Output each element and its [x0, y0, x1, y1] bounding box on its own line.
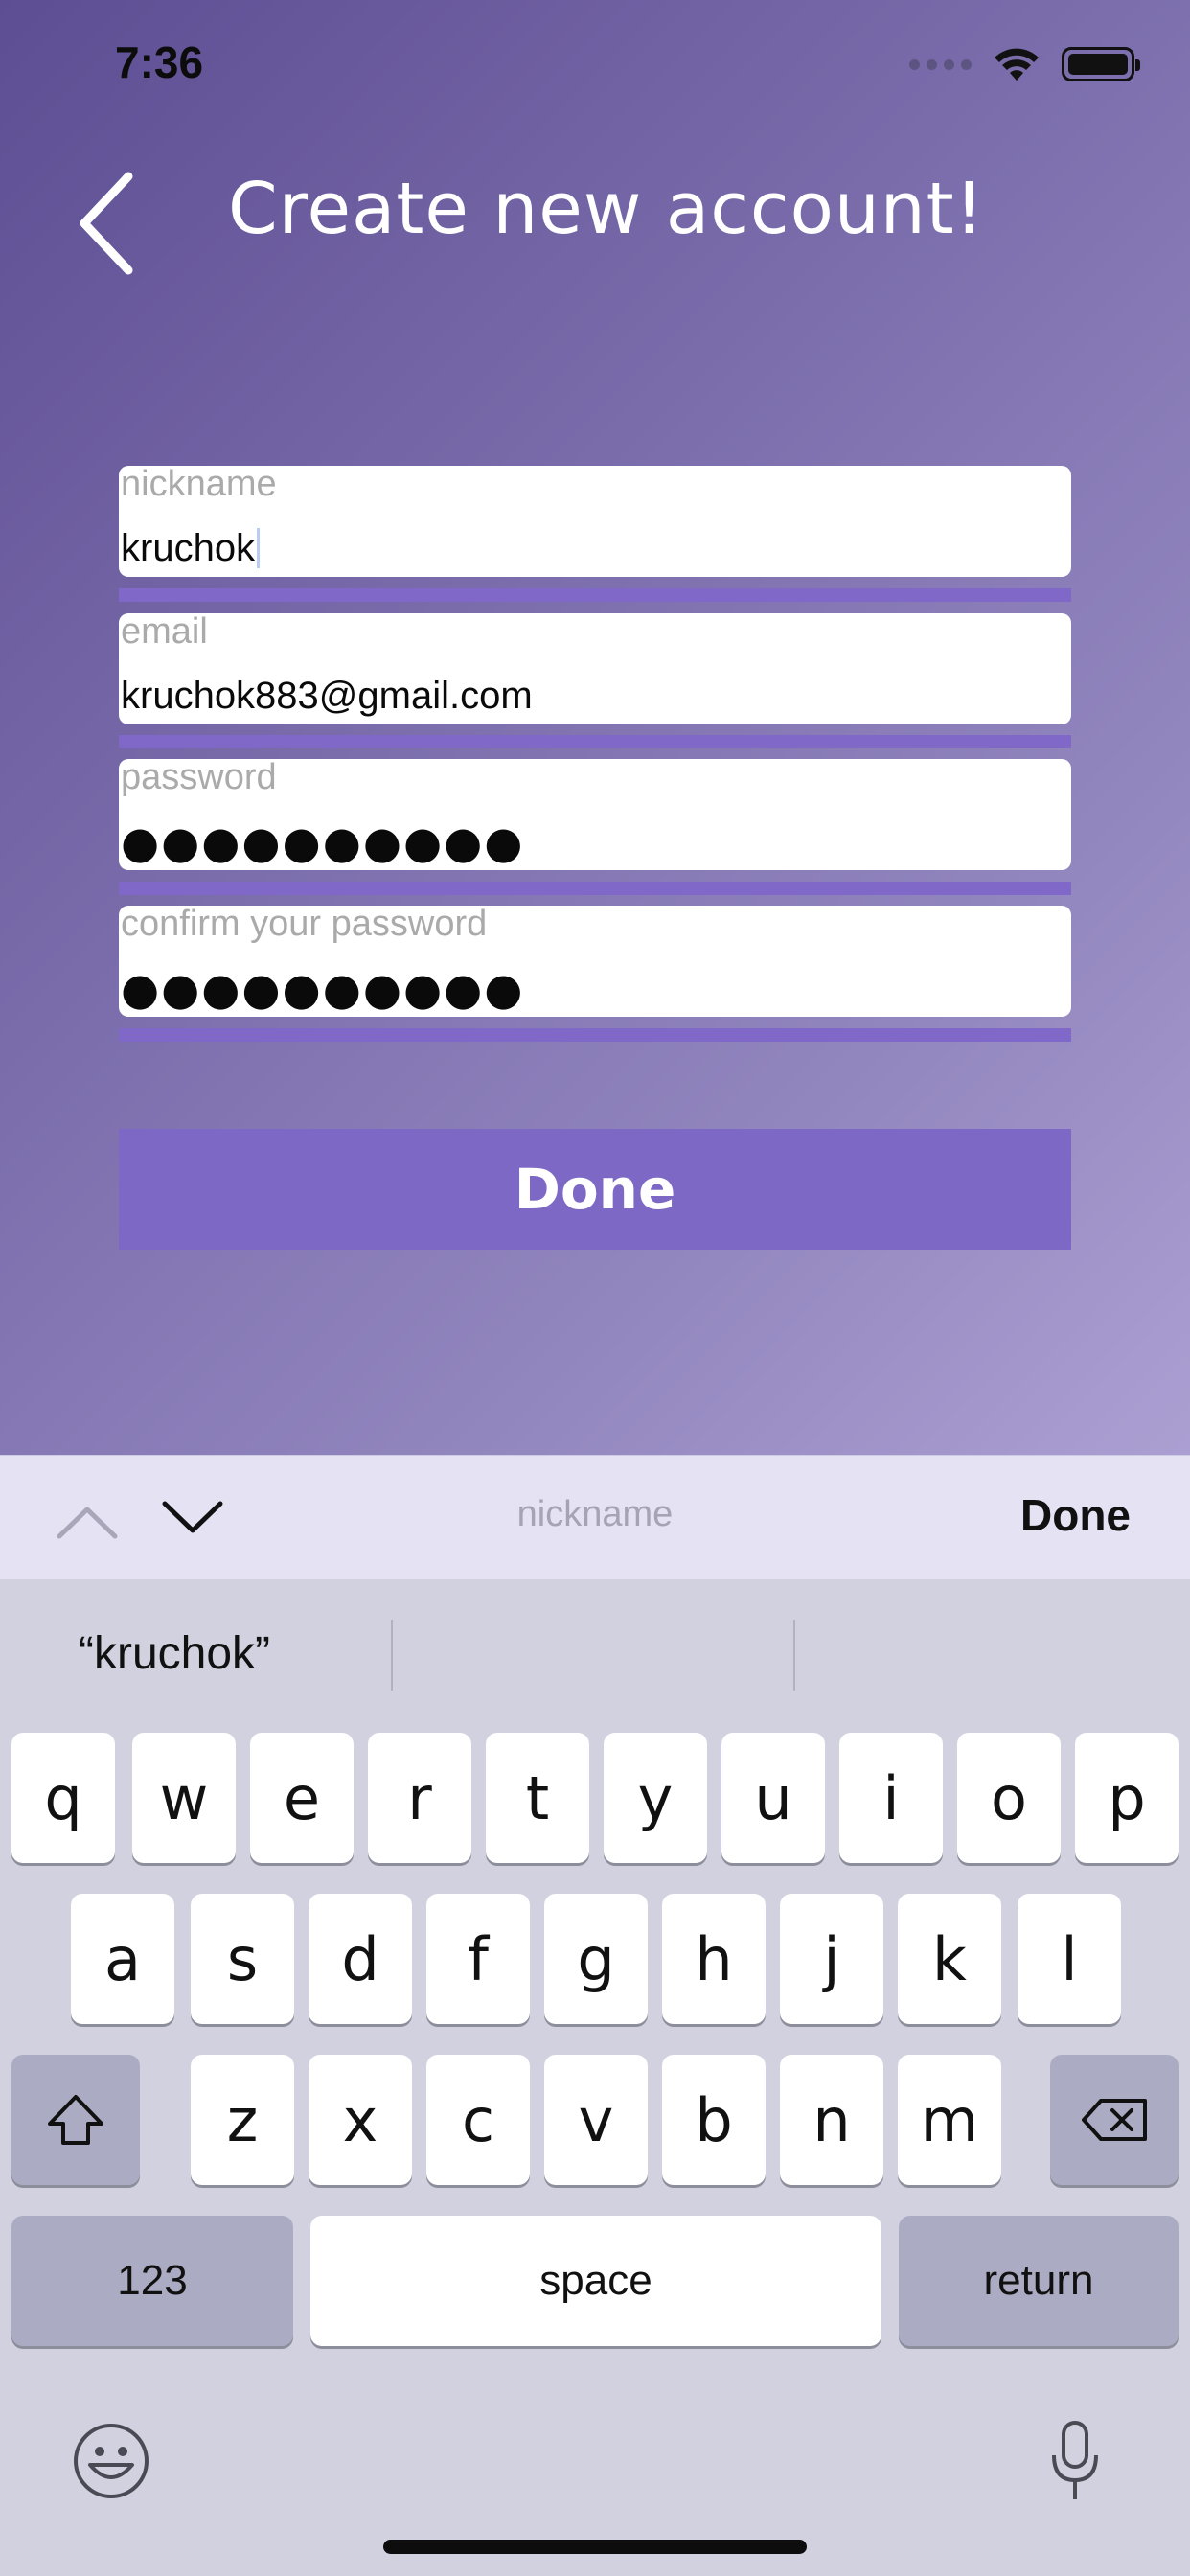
- emoji-icon: [74, 2424, 149, 2498]
- toolbar-field-label: nickname: [516, 1494, 674, 1534]
- confirm-password-underline: [119, 1028, 1071, 1042]
- nickname-underline: [119, 588, 1071, 602]
- key-z[interactable]: z: [191, 2055, 294, 2185]
- emoji-button[interactable]: [71, 2421, 151, 2501]
- confirm-password-value: ●●●●●●●●●●: [121, 963, 525, 1015]
- shift-icon: [48, 2095, 103, 2145]
- status-icons: [909, 44, 1140, 84]
- space-key[interactable]: space: [310, 2216, 881, 2346]
- password-underline: [119, 882, 1071, 895]
- key-j[interactable]: j: [780, 1894, 883, 2024]
- email-value: kruchok883@gmail.com: [121, 675, 533, 717]
- back-button[interactable]: [67, 171, 144, 276]
- key-c[interactable]: c: [426, 2055, 530, 2185]
- key-u[interactable]: u: [721, 1733, 825, 1863]
- key-e[interactable]: e: [250, 1733, 354, 1863]
- shift-key[interactable]: [11, 2055, 140, 2185]
- key-r[interactable]: r: [368, 1733, 471, 1863]
- keyboard-toolbar: nickname Done: [0, 1455, 1190, 1579]
- key-m[interactable]: m: [898, 2055, 1001, 2185]
- signal-dots-icon: [909, 58, 972, 70]
- confirm-password-placeholder: confirm your password: [121, 904, 488, 944]
- key-n[interactable]: n: [780, 2055, 883, 2185]
- text-caret: [257, 528, 261, 568]
- numbers-key[interactable]: 123: [11, 2216, 293, 2346]
- key-s[interactable]: s: [191, 1894, 294, 2024]
- nickname-field[interactable]: nickname kruchok: [119, 464, 1071, 577]
- done-button[interactable]: Done: [119, 1129, 1071, 1250]
- password-placeholder: password: [121, 757, 277, 797]
- key-b[interactable]: b: [662, 2055, 766, 2185]
- key-w[interactable]: w: [132, 1733, 236, 1863]
- email-field[interactable]: email kruchok883@gmail.com: [119, 611, 1071, 724]
- backspace-icon: [1082, 2099, 1147, 2141]
- battery-icon: [1062, 47, 1140, 81]
- page-title: Create new account!: [228, 168, 985, 250]
- status-time: 7:36: [115, 37, 204, 87]
- backspace-key[interactable]: [1050, 2055, 1179, 2185]
- microphone-icon: [1052, 2421, 1098, 2499]
- toolbar-done-button[interactable]: Done: [1020, 1489, 1131, 1541]
- key-f[interactable]: f: [426, 1894, 530, 2024]
- nickname-value: kruchok: [121, 527, 261, 570]
- key-d[interactable]: d: [309, 1894, 412, 2024]
- key-p[interactable]: p: [1075, 1733, 1179, 1863]
- done-button-label: Done: [514, 1157, 676, 1222]
- microphone-button[interactable]: [1046, 2419, 1104, 2505]
- email-underline: [119, 735, 1071, 748]
- key-i[interactable]: i: [839, 1733, 943, 1863]
- key-o[interactable]: o: [957, 1733, 1061, 1863]
- wifi-icon: [995, 48, 1039, 80]
- nickname-placeholder: nickname: [121, 464, 277, 504]
- key-g[interactable]: g: [544, 1894, 648, 2024]
- key-a[interactable]: a: [71, 1894, 174, 2024]
- email-placeholder: email: [121, 611, 208, 652]
- home-indicator: [383, 2540, 807, 2554]
- key-t[interactable]: t: [486, 1733, 589, 1863]
- chevron-left-icon: [80, 172, 133, 275]
- suggestion-divider: [793, 1620, 795, 1690]
- keyboard: “kruchok” q w e r t y u i o p a s d f g …: [0, 1579, 1190, 2576]
- suggestion-divider: [391, 1620, 393, 1690]
- password-value: ●●●●●●●●●●: [121, 816, 525, 868]
- suggestion-bar: “kruchok”: [0, 1579, 1190, 1723]
- key-l[interactable]: l: [1018, 1894, 1121, 2024]
- key-h[interactable]: h: [662, 1894, 766, 2024]
- key-q[interactable]: q: [11, 1733, 115, 1863]
- sign-up-screen: 7:36 Create new account! nickname krucho…: [0, 0, 1190, 1455]
- password-field[interactable]: password ●●●●●●●●●●: [119, 757, 1071, 870]
- return-key[interactable]: return: [899, 2216, 1179, 2346]
- key-y[interactable]: y: [604, 1733, 707, 1863]
- key-v[interactable]: v: [544, 2055, 648, 2185]
- suggestion-item[interactable]: “kruchok”: [79, 1627, 270, 1680]
- key-k[interactable]: k: [898, 1894, 1001, 2024]
- confirm-password-field[interactable]: confirm your password ●●●●●●●●●●: [119, 904, 1071, 1017]
- key-x[interactable]: x: [309, 2055, 412, 2185]
